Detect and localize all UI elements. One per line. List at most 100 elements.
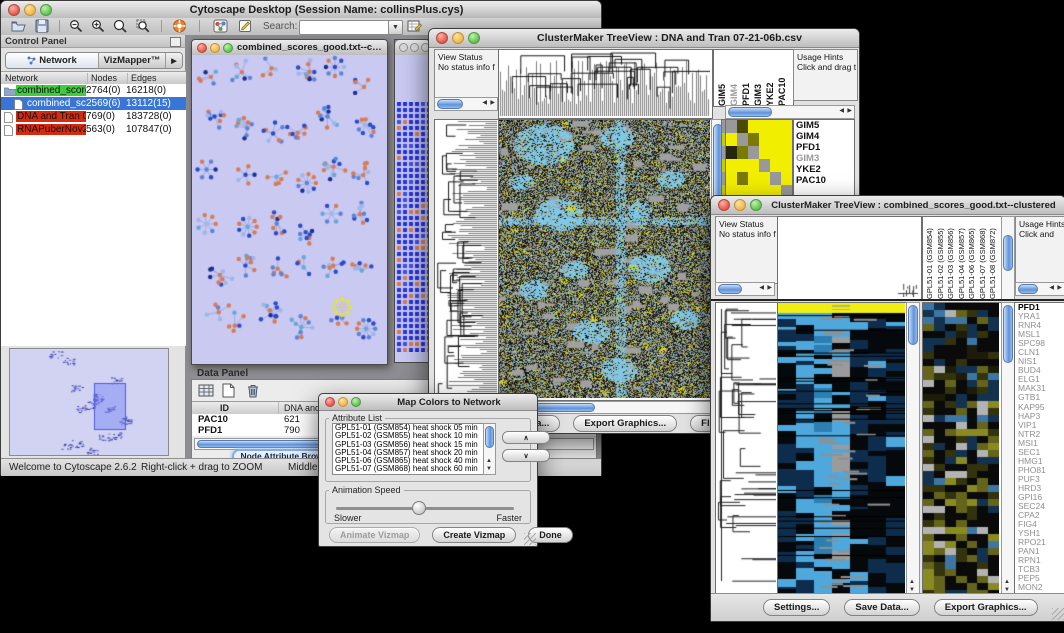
matrix-cell[interactable] <box>770 146 781 159</box>
scroll-left-icon[interactable] <box>839 108 844 114</box>
zoom-button[interactable] <box>223 43 233 53</box>
heatmap-main[interactable] <box>498 119 713 401</box>
resize-grip[interactable] <box>1052 608 1064 620</box>
column-dendrogram[interactable] <box>498 49 713 119</box>
matrix-cell[interactable] <box>781 120 792 133</box>
scroll-down-icon[interactable] <box>486 466 492 472</box>
tab-vizmapper[interactable]: VizMapper™ <box>99 53 166 68</box>
column-dendrogram[interactable] <box>777 216 922 300</box>
column-labels-vscrollbar[interactable] <box>1001 216 1015 300</box>
column-label[interactable]: GIM4 <box>729 50 741 106</box>
matrix-cell[interactable] <box>759 120 770 133</box>
view-status-hscrollbar[interactable] <box>434 97 498 111</box>
scroll-left-icon[interactable] <box>759 285 764 291</box>
float-panel-icon[interactable] <box>170 37 181 47</box>
zoom-matrix[interactable] <box>725 119 793 199</box>
matrix-cell[interactable] <box>748 172 759 185</box>
minimize-button[interactable] <box>410 43 419 52</box>
matrix-cell[interactable] <box>759 146 770 159</box>
scroll-up-icon[interactable] <box>486 458 492 464</box>
zoom-button[interactable] <box>468 32 480 44</box>
close-button[interactable] <box>197 43 207 53</box>
matrix-cell[interactable] <box>737 120 748 133</box>
attribute-item[interactable]: GPL51-07 (GSM868) heat shock 60 min <box>333 465 483 473</box>
scroll-right-icon[interactable] <box>847 108 852 114</box>
new-attribute-file-icon[interactable] <box>222 383 238 398</box>
network-view-2-title-bar[interactable] <box>395 40 430 56</box>
matrix-cell[interactable] <box>737 146 748 159</box>
row-label[interactable]: YKE2 <box>794 164 854 175</box>
attribute-select-table-icon[interactable] <box>198 383 214 398</box>
matrix-cell[interactable] <box>770 120 781 133</box>
attribute-list[interactable]: GPL51-01 (GSM854) heat shock 05 minGPL51… <box>332 423 484 475</box>
move-down-button[interactable]: ∨ <box>502 449 550 462</box>
network-view-canvas[interactable] <box>192 55 387 364</box>
tab-network[interactable]: Network <box>6 53 99 68</box>
scroll-up-icon[interactable] <box>1004 579 1010 585</box>
matrix-cell[interactable] <box>759 133 770 146</box>
attribute-list-vscrollbar[interactable] <box>483 423 496 475</box>
close-button[interactable] <box>8 4 20 16</box>
main-title-bar[interactable]: Cytoscape Desktop (Session Name: collins… <box>1 1 601 19</box>
minimize-button[interactable] <box>210 43 220 53</box>
matrix-cell[interactable] <box>726 159 737 172</box>
gene-label[interactable]: MON2 <box>1015 583 1064 592</box>
zoom-fit-icon[interactable] <box>113 19 128 33</box>
export-graphics-button[interactable]: Export Graphics... <box>934 599 1038 616</box>
animation-speed-slider-thumb[interactable] <box>412 501 426 515</box>
network-view-2-canvas[interactable] <box>395 55 430 362</box>
column-label[interactable]: GPL51-08 (GSM872) <box>988 217 999 299</box>
col-network[interactable]: Network <box>5 73 38 83</box>
matrix-cell[interactable] <box>759 159 770 172</box>
matrix-cell[interactable] <box>759 172 770 185</box>
close-button[interactable] <box>718 199 730 211</box>
column-label[interactable]: PFD1 <box>741 50 753 106</box>
minimize-button[interactable] <box>338 397 348 407</box>
network-table-row[interactable]: DNA and Tran 07 769(0) 183728(0) <box>1 110 186 123</box>
save-data-button[interactable]: Save Data... <box>844 599 919 616</box>
column-label[interactable]: GPL51-02 (GSM855) <box>936 217 947 299</box>
network-table-row[interactable]: combined_scores 2764(0) 16218(0) <box>1 84 186 97</box>
close-button[interactable] <box>325 397 335 407</box>
save-icon[interactable] <box>35 19 50 33</box>
column-label[interactable]: GIM3 <box>753 50 765 106</box>
search-dropdown-arrow-icon[interactable]: ▼ <box>388 20 403 35</box>
zoom-button[interactable] <box>351 397 361 407</box>
matrix-cell[interactable] <box>737 133 748 146</box>
matrix-cell[interactable] <box>781 159 792 172</box>
animate-vizmap-button[interactable]: Animate Vizmap <box>329 527 420 543</box>
row-label[interactable]: GIM4 <box>794 131 854 142</box>
heatmap-vscrollbar[interactable] <box>906 302 920 596</box>
scroll-left-icon[interactable] <box>1049 285 1054 291</box>
matrix-cell[interactable] <box>748 159 759 172</box>
row-label[interactable]: GIM3 <box>794 153 854 164</box>
delete-attribute-trash-icon[interactable] <box>246 383 262 398</box>
matrix-cell[interactable] <box>726 172 737 185</box>
column-label[interactable]: YKE2 <box>765 50 777 106</box>
network-overview-panel[interactable] <box>9 348 169 456</box>
matrix-cell[interactable] <box>781 146 792 159</box>
zoom-panel-vscrollbar[interactable] <box>1001 302 1015 596</box>
col-id[interactable]: ID <box>220 403 229 413</box>
zoompanel-hscrollbar[interactable] <box>725 105 855 119</box>
create-vizmap-button[interactable]: Create Vizmap <box>432 527 516 543</box>
export-graphics-button[interactable]: Export Graphics... <box>573 415 677 432</box>
row-label[interactable]: PAC10 <box>794 175 854 186</box>
col-nodes[interactable]: Nodes <box>91 73 117 83</box>
matrix-cell[interactable] <box>781 133 792 146</box>
zoom-in-icon[interactable] <box>91 19 106 33</box>
network-table-row[interactable]: combined_sco 2569(6) 13112(15) <box>1 97 186 110</box>
zoom-button[interactable] <box>750 199 762 211</box>
vizmapper-node-color-icon[interactable] <box>213 19 228 33</box>
matrix-cell[interactable] <box>737 172 748 185</box>
matrix-cell[interactable] <box>770 133 781 146</box>
column-label[interactable]: GPL51-03 (GSM856) <box>946 217 957 299</box>
network-table-row[interactable]: RNAPuberNov2+ 563(0) 107847(0) <box>1 123 186 136</box>
zoom-out-icon[interactable] <box>69 19 84 33</box>
column-label[interactable]: GPL51-01 (GSM854) <box>925 217 936 299</box>
scroll-right-icon[interactable] <box>490 100 495 106</box>
col-edges[interactable]: Edges <box>131 73 157 83</box>
minimize-button[interactable] <box>734 199 746 211</box>
dialog-title-bar[interactable]: Map Colors to Network <box>319 394 537 411</box>
help-lifering-icon[interactable] <box>172 19 187 33</box>
